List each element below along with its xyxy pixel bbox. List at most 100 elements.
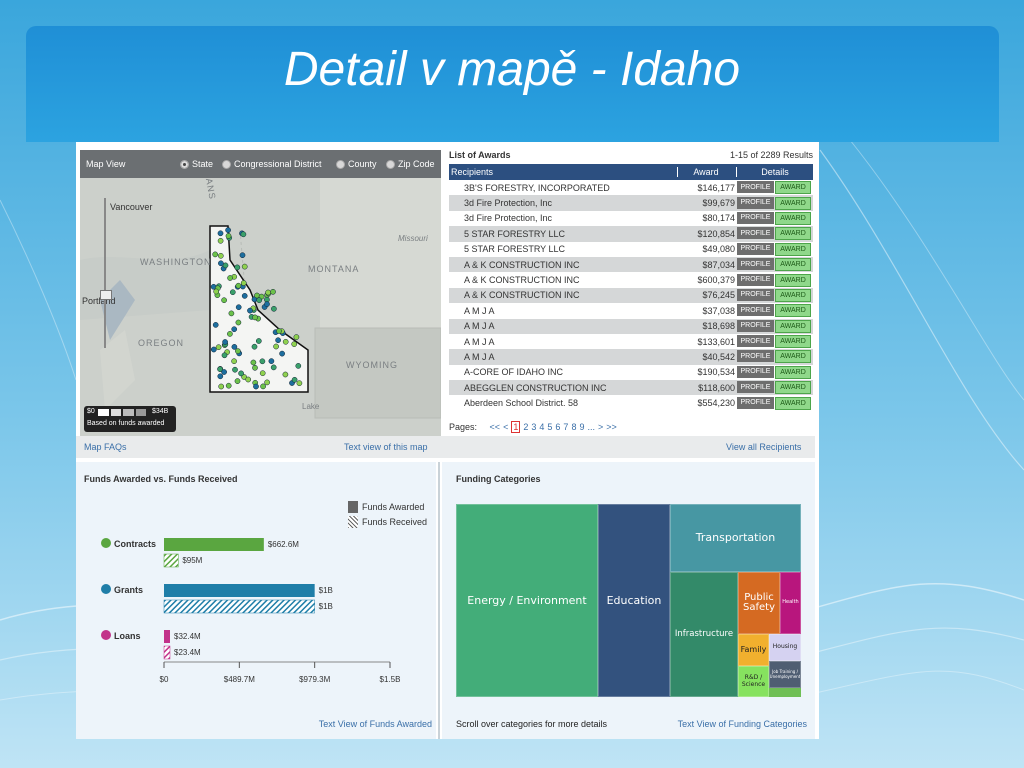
profile-button[interactable]: PROFILE bbox=[737, 304, 774, 317]
award-marker[interactable] bbox=[273, 343, 279, 350]
current-page-link[interactable]: 1 bbox=[511, 421, 521, 433]
award-marker[interactable] bbox=[235, 319, 242, 326]
award-marker[interactable] bbox=[291, 341, 298, 347]
award-marker[interactable] bbox=[254, 292, 260, 299]
award-marker[interactable] bbox=[217, 252, 224, 259]
award-button[interactable]: AWARD bbox=[775, 381, 811, 395]
page-link[interactable]: < bbox=[503, 422, 508, 432]
award-marker[interactable] bbox=[221, 352, 228, 359]
page-link[interactable]: >> bbox=[606, 422, 617, 432]
page-link[interactable]: 5 bbox=[547, 422, 552, 432]
page-link[interactable]: ... bbox=[587, 422, 595, 432]
category-tile[interactable]: Infrastructure bbox=[670, 572, 738, 697]
bar-awarded[interactable] bbox=[164, 630, 170, 643]
page-link[interactable]: << bbox=[490, 422, 501, 432]
award-marker[interactable] bbox=[245, 376, 252, 383]
award-marker[interactable] bbox=[210, 346, 217, 353]
award-marker[interactable] bbox=[238, 370, 244, 377]
page-link[interactable]: 2 bbox=[523, 422, 528, 432]
category-tile[interactable]: Family bbox=[738, 634, 769, 666]
award-marker[interactable] bbox=[232, 366, 238, 373]
award-button[interactable]: AWARD bbox=[775, 350, 811, 364]
bar-awarded[interactable] bbox=[164, 584, 315, 597]
award-marker[interactable] bbox=[217, 230, 224, 237]
award-button[interactable]: AWARD bbox=[775, 196, 811, 210]
award-marker[interactable] bbox=[275, 337, 281, 344]
award-marker[interactable] bbox=[234, 264, 241, 271]
award-marker[interactable] bbox=[247, 307, 253, 314]
award-marker[interactable] bbox=[218, 383, 225, 390]
award-marker[interactable] bbox=[225, 382, 232, 389]
profile-button[interactable]: PROFILE bbox=[737, 381, 774, 394]
profile-button[interactable]: PROFILE bbox=[737, 396, 774, 409]
page-link[interactable]: 4 bbox=[539, 422, 544, 432]
col-award[interactable]: Award bbox=[677, 167, 737, 177]
category-tile[interactable]: Job Training / Unemployment bbox=[769, 661, 801, 688]
page-link[interactable]: 8 bbox=[571, 422, 576, 432]
award-marker[interactable] bbox=[252, 314, 258, 321]
award-marker[interactable] bbox=[276, 328, 282, 334]
categories-text-view-link[interactable]: Text View of Funding Categories bbox=[678, 719, 807, 729]
page-link[interactable]: 6 bbox=[555, 422, 560, 432]
profile-button[interactable]: PROFILE bbox=[737, 196, 774, 209]
award-marker[interactable] bbox=[250, 359, 257, 366]
award-marker[interactable] bbox=[270, 364, 277, 371]
award-marker[interactable] bbox=[235, 282, 242, 289]
category-tile[interactable]: Education bbox=[598, 504, 670, 697]
bar-awarded[interactable] bbox=[164, 538, 264, 551]
award-marker[interactable] bbox=[240, 231, 247, 238]
profile-button[interactable]: PROFILE bbox=[737, 258, 774, 271]
award-button[interactable]: AWARD bbox=[775, 211, 811, 225]
award-marker[interactable] bbox=[291, 376, 298, 383]
award-marker[interactable] bbox=[265, 289, 271, 296]
map-faqs-link[interactable]: Map FAQs bbox=[84, 442, 127, 452]
radio-county[interactable]: County bbox=[336, 159, 377, 169]
profile-button[interactable]: PROFILE bbox=[737, 288, 774, 301]
award-marker[interactable] bbox=[259, 370, 266, 377]
award-marker[interactable] bbox=[227, 275, 233, 281]
award-marker[interactable] bbox=[231, 326, 238, 333]
profile-button[interactable]: PROFILE bbox=[737, 211, 774, 224]
award-marker[interactable] bbox=[279, 350, 285, 357]
profile-button[interactable]: PROFILE bbox=[737, 350, 774, 363]
award-marker[interactable] bbox=[225, 233, 232, 239]
profile-button[interactable]: PROFILE bbox=[737, 273, 774, 286]
award-marker[interactable] bbox=[231, 344, 238, 350]
award-marker[interactable] bbox=[221, 369, 227, 375]
award-button[interactable]: AWARD bbox=[775, 227, 811, 241]
award-marker[interactable] bbox=[227, 331, 233, 337]
award-button[interactable]: AWARD bbox=[775, 304, 811, 318]
award-button[interactable]: AWARD bbox=[775, 181, 811, 195]
award-marker[interactable] bbox=[251, 343, 258, 350]
award-button[interactable]: AWARD bbox=[775, 288, 811, 302]
radio-zip-code[interactable]: Zip Code bbox=[386, 159, 435, 169]
category-tile[interactable]: Energy / Environment bbox=[456, 504, 598, 697]
award-marker[interactable] bbox=[241, 263, 248, 270]
category-tile[interactable]: Public Safety bbox=[738, 572, 780, 634]
award-marker[interactable] bbox=[282, 338, 289, 345]
radio-state[interactable]: State bbox=[180, 159, 213, 169]
award-marker[interactable] bbox=[255, 338, 262, 344]
award-marker[interactable] bbox=[215, 344, 222, 351]
profile-button[interactable]: PROFILE bbox=[737, 227, 774, 240]
award-button[interactable]: AWARD bbox=[775, 242, 811, 256]
zoom-slider[interactable] bbox=[100, 198, 112, 348]
bar-received[interactable] bbox=[163, 553, 179, 568]
category-tile[interactable]: Health bbox=[780, 572, 801, 634]
bar-received[interactable] bbox=[163, 645, 171, 660]
map-view[interactable]: Map View State Congressional District Co… bbox=[80, 150, 441, 436]
award-button[interactable]: AWARD bbox=[775, 335, 811, 349]
map-canvas[interactable] bbox=[80, 150, 441, 436]
page-link[interactable]: 9 bbox=[579, 422, 584, 432]
page-link[interactable]: 7 bbox=[563, 422, 568, 432]
category-tile[interactable]: Transportation bbox=[670, 504, 801, 572]
award-marker[interactable] bbox=[259, 358, 266, 365]
award-marker[interactable] bbox=[217, 237, 224, 244]
award-marker[interactable] bbox=[270, 288, 276, 295]
profile-button[interactable]: PROFILE bbox=[737, 181, 774, 194]
award-marker[interactable] bbox=[234, 378, 241, 384]
award-marker[interactable] bbox=[235, 348, 241, 354]
category-tile[interactable]: Housing bbox=[769, 634, 801, 661]
award-marker[interactable] bbox=[212, 322, 219, 328]
award-marker[interactable] bbox=[222, 339, 228, 345]
